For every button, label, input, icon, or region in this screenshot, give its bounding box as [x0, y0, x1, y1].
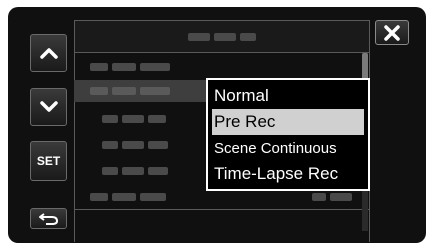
option-label: Scene Continuous — [214, 139, 337, 157]
close-icon — [384, 24, 400, 41]
set-button-label: SET — [36, 154, 61, 168]
chevron-up-icon — [39, 48, 58, 59]
back-button[interactable] — [30, 208, 67, 229]
option-label: Normal — [214, 86, 269, 105]
option-label: Time-Lapse Rec — [214, 164, 339, 183]
menu-item-obscured-text — [90, 193, 166, 201]
menu-bottom-divider — [74, 209, 370, 210]
menu-item-obscured-text — [102, 167, 168, 175]
menu-item-obscured-text — [90, 87, 170, 95]
menu-item-value-obscured — [312, 193, 352, 201]
menu-item-obscured-text — [102, 141, 168, 149]
option-pre-rec[interactable]: Pre Rec — [212, 109, 364, 135]
chevron-down-icon — [39, 101, 58, 112]
menu-item[interactable] — [74, 56, 362, 78]
menu-item-obscured-text — [102, 115, 166, 123]
menu-item-obscured-text — [90, 63, 170, 71]
rec-mode-popup: Normal Pre Rec Scene Continuous Time-Lap… — [206, 78, 370, 191]
menu-title-obscured — [188, 32, 256, 41]
option-normal[interactable]: Normal — [208, 83, 368, 109]
scroll-down-button[interactable] — [30, 88, 67, 126]
set-button[interactable]: SET — [30, 141, 67, 181]
option-label: Pre Rec — [214, 112, 276, 131]
return-arrow-icon — [38, 212, 58, 225]
scroll-up-button[interactable] — [30, 34, 67, 72]
close-button[interactable] — [375, 20, 409, 45]
option-time-lapse-rec[interactable]: Time-Lapse Rec — [208, 161, 368, 187]
menu-title-bar — [74, 20, 370, 53]
option-scene-continuous[interactable]: Scene Continuous — [208, 135, 368, 161]
